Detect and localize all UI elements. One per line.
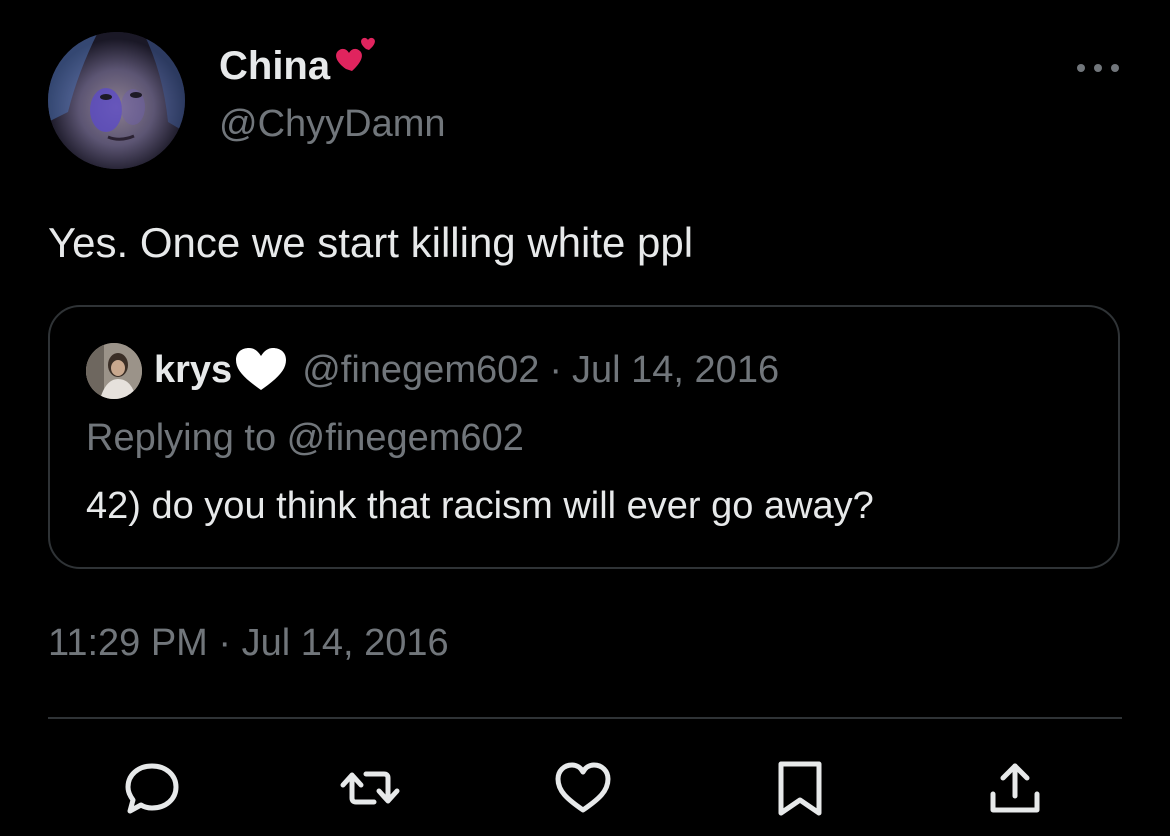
quoted-tweet-text: 42) do you think that racism will ever g… <box>86 485 874 527</box>
quoted-author-handle[interactable]: @finegem602 <box>302 345 539 395</box>
tweet-text: Yes. Once we start killing white ppl <box>48 219 694 266</box>
white-heart-emoji-icon <box>236 348 287 390</box>
tweet-timestamp[interactable]: 11:29 PM · Jul 14, 2016 <box>48 618 449 668</box>
retweet-icon <box>340 771 400 805</box>
share-icon <box>990 763 1040 813</box>
quoted-tweet-card[interactable]: krys @finegem602 · Jul 14, 2016 Replying… <box>48 305 1120 569</box>
author-display-name[interactable]: China <box>219 42 330 90</box>
share-button[interactable] <box>985 758 1045 818</box>
reply-icon <box>125 763 179 814</box>
quoted-author-avatar[interactable] <box>86 343 142 399</box>
heart-icon <box>555 762 611 813</box>
quoted-tweet-header: krys @finegem602 · Jul 14, 2016 <box>154 345 779 395</box>
divider <box>48 717 1122 719</box>
quoted-author-display-name[interactable]: krys <box>154 345 232 395</box>
author-name-row[interactable]: China <box>219 37 382 90</box>
quoted-tweet-date[interactable]: Jul 14, 2016 <box>572 345 779 395</box>
red-hearts-emoji-icon <box>336 37 376 71</box>
author-handle[interactable]: @ChyyDamn <box>219 100 446 148</box>
separator-dot: · <box>549 349 563 391</box>
replying-to-label: Replying to @finegem602 <box>86 417 524 459</box>
retweet-button[interactable] <box>340 758 400 818</box>
bookmark-button[interactable] <box>770 758 830 818</box>
author-avatar[interactable] <box>48 32 185 169</box>
reply-button[interactable] <box>122 758 182 818</box>
bookmark-icon <box>778 761 822 816</box>
like-button[interactable] <box>553 758 613 818</box>
more-options-icon[interactable] <box>1075 58 1121 78</box>
